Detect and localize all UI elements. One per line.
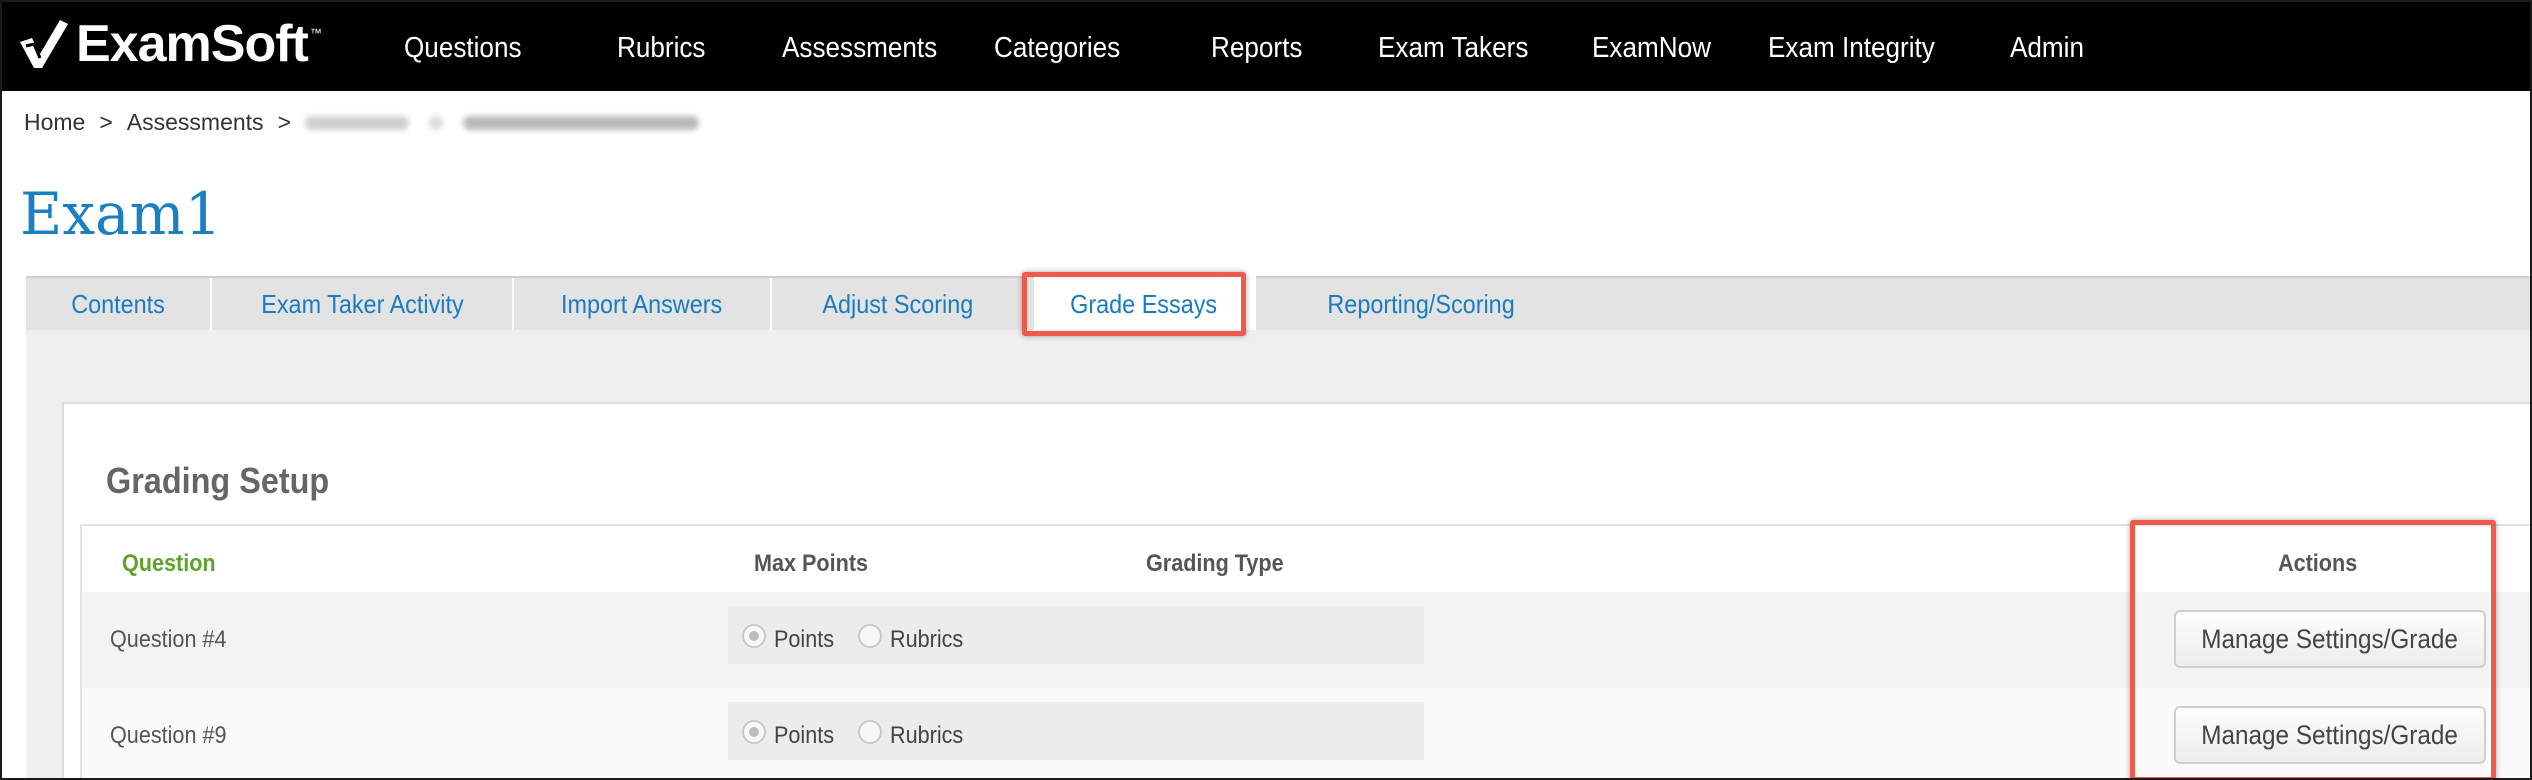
tab-exam-taker-activity[interactable]: Exam Taker Activity bbox=[212, 278, 514, 330]
tab-import-answers[interactable]: Import Answers bbox=[514, 278, 772, 330]
nav-rubrics[interactable]: Rubrics bbox=[617, 32, 705, 65]
nav-exam-integrity[interactable]: Exam Integrity bbox=[1768, 32, 1935, 65]
app-frame: ExamSoft ™ Questions Rubrics Assessments… bbox=[0, 0, 2532, 780]
nav-assessments[interactable]: Assessments bbox=[782, 32, 937, 65]
manage-settings-grade-button[interactable]: Manage Settings/Grade bbox=[2174, 610, 2486, 668]
content-area: Grading Setup Question Max Points Gradin… bbox=[26, 330, 2530, 778]
button-label: Manage Settings/Grade bbox=[2201, 623, 2459, 654]
header-question[interactable]: Question bbox=[122, 550, 216, 578]
tab-label: Import Answers bbox=[561, 288, 723, 319]
examsoft-logo[interactable]: ExamSoft ™ bbox=[16, 14, 322, 74]
tab-label: Exam Taker Activity bbox=[260, 288, 464, 319]
tab-contents[interactable]: Contents bbox=[26, 278, 212, 330]
points-radio[interactable] bbox=[742, 720, 766, 744]
checkmark-logo-icon bbox=[20, 20, 68, 68]
rubrics-radio[interactable] bbox=[858, 624, 882, 648]
nav-examnow[interactable]: ExamNow bbox=[1592, 32, 1711, 65]
rubrics-label: Rubrics bbox=[890, 626, 964, 653]
breadcrumb-assessments[interactable]: Assessments bbox=[127, 109, 264, 136]
header-grading-type: Grading Type bbox=[1146, 550, 1284, 577]
rubrics-label: Rubrics bbox=[890, 722, 964, 749]
table-row: Question #9 10 Points Rubrics Manage Set… bbox=[82, 688, 2530, 778]
header-max-points: Max Points bbox=[754, 550, 869, 577]
rubrics-radio[interactable] bbox=[858, 720, 882, 744]
nav-questions[interactable]: Questions bbox=[404, 32, 522, 65]
tab-grade-essays[interactable]: Grade Essays bbox=[1034, 276, 1256, 332]
tab-label: Reporting/Scoring bbox=[1327, 288, 1515, 319]
tab-label: Grade Essays bbox=[1070, 288, 1218, 319]
top-nav: ExamSoft ™ Questions Rubrics Assessments… bbox=[2, 2, 2530, 91]
question-cell: Question #4 bbox=[110, 626, 227, 653]
breadcrumb-home[interactable]: Home bbox=[24, 109, 85, 136]
tab-label: Adjust Scoring bbox=[822, 288, 974, 319]
breadcrumb-separator: > bbox=[99, 109, 113, 135]
grading-table: Question Max Points Grading Type Actions… bbox=[80, 524, 2530, 778]
logo-text: ExamSoft bbox=[76, 15, 309, 73]
points-label: Points bbox=[774, 626, 835, 653]
tab-reporting-scoring[interactable]: Reporting/Scoring bbox=[1264, 278, 1578, 330]
button-label: Manage Settings/Grade bbox=[2201, 719, 2459, 750]
manage-settings-grade-button[interactable]: Manage Settings/Grade bbox=[2174, 706, 2486, 764]
nav-reports[interactable]: Reports bbox=[1211, 32, 1302, 65]
points-label: Points bbox=[774, 722, 835, 749]
breadcrumb-redacted-separator bbox=[429, 115, 443, 130]
tab-label: Contents bbox=[71, 288, 165, 319]
page-title: Exam1 bbox=[20, 180, 222, 248]
table-row: Question #4 10 Points Rubrics Manage Set… bbox=[82, 592, 2530, 688]
section-title: Grading Setup bbox=[106, 460, 330, 501]
grading-type-group: Points Rubrics bbox=[728, 606, 1424, 664]
breadcrumb-redacted-folder[interactable] bbox=[305, 115, 409, 130]
question-cell: Question #9 bbox=[110, 722, 227, 749]
nav-categories[interactable]: Categories bbox=[994, 32, 1120, 65]
points-radio[interactable] bbox=[742, 624, 766, 648]
breadcrumb-redacted-exam[interactable] bbox=[463, 115, 699, 130]
breadcrumb: Home > Assessments > bbox=[24, 109, 699, 136]
header-actions: Actions bbox=[2278, 550, 2358, 577]
breadcrumb-separator: > bbox=[277, 109, 291, 135]
grading-type-group: Points Rubrics bbox=[728, 702, 1424, 760]
nav-exam-takers[interactable]: Exam Takers bbox=[1378, 32, 1528, 65]
grading-setup-panel: Grading Setup Question Max Points Gradin… bbox=[62, 402, 2530, 778]
tab-adjust-scoring[interactable]: Adjust Scoring bbox=[772, 278, 1026, 330]
exam-tabs: Contents Exam Taker Activity Import Answ… bbox=[26, 276, 2530, 332]
logo-trademark: ™ bbox=[309, 26, 322, 40]
nav-admin[interactable]: Admin bbox=[2010, 32, 2084, 65]
